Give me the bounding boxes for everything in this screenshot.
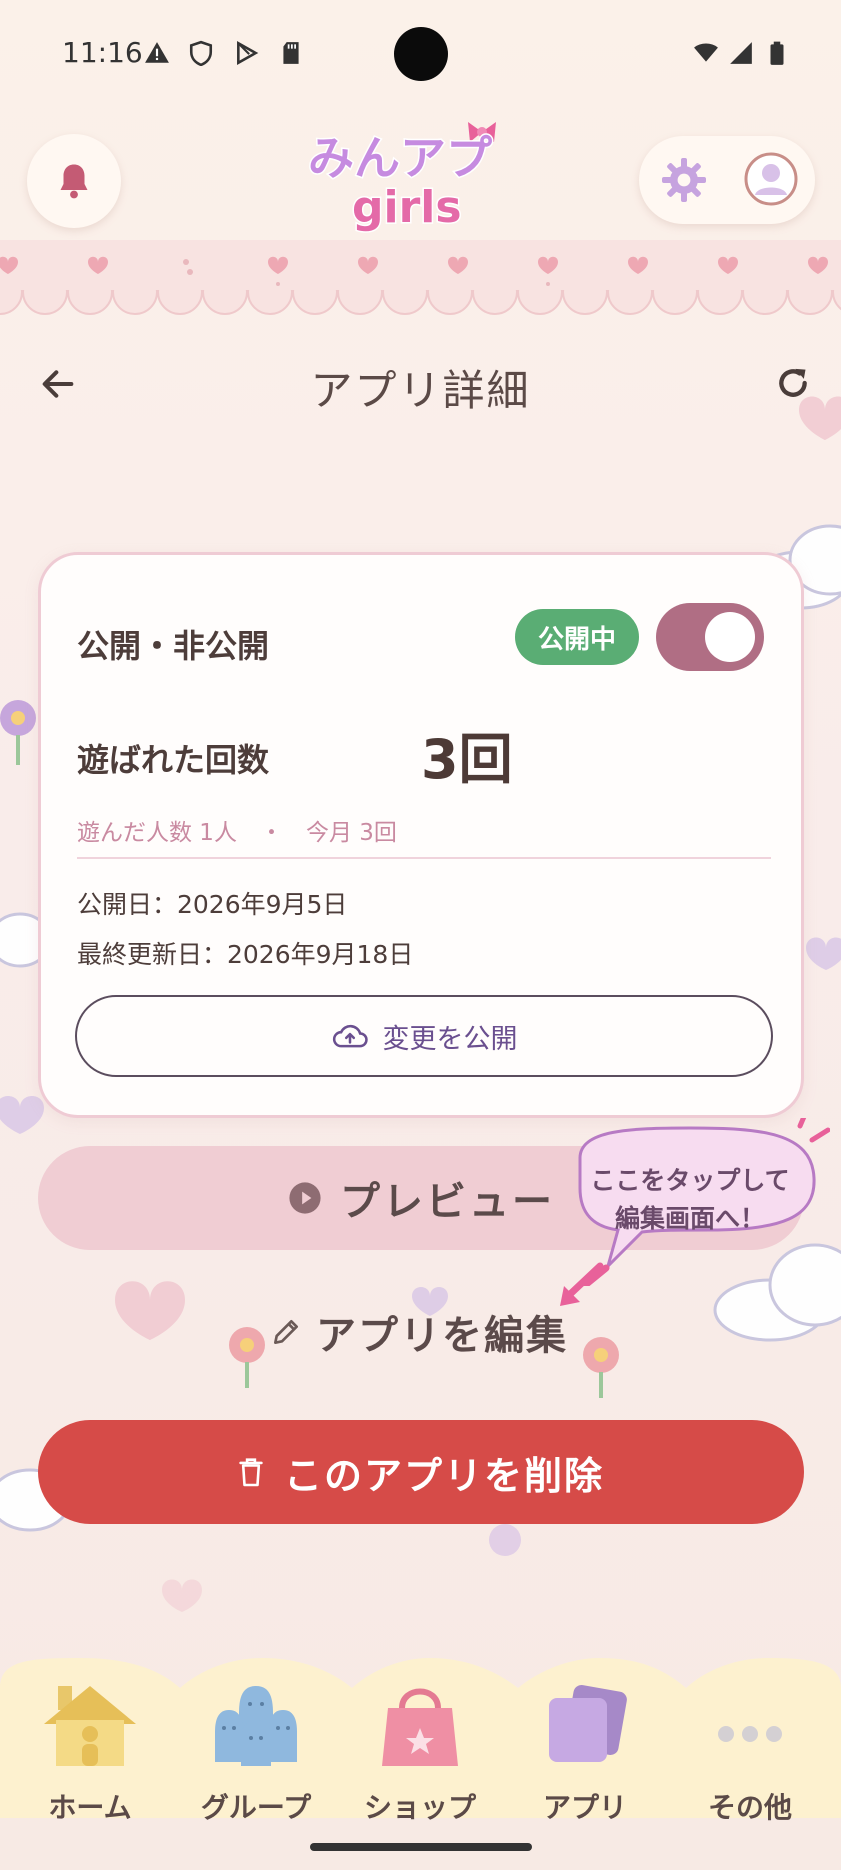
trash-icon [239,1458,263,1487]
visibility-label: 公開・非公開 [77,627,270,665]
nav-more[interactable]: その他 [670,1680,830,1824]
app-status-card: 公開・非公開 公開中 遊ばれた回数 3回 遊んだ人数 1人 ・ 今月 3回 公開… [38,552,804,1118]
delete-app-button[interactable]: このアプリを削除 [38,1420,804,1524]
bell-icon [60,164,88,199]
battery-icon [770,41,784,65]
logo-text-top: みんアプ [308,131,492,185]
tooltip-text: ここをタップして 編集画面へ！ [562,1162,818,1238]
preview-label: プレビュー [340,1179,555,1225]
status-time: 11:16 [62,36,143,69]
logo-text-bottom: girls [352,182,462,233]
publish-changes-label: 変更を公開 [382,1023,518,1055]
shield-icon [189,40,213,66]
play-circle-icon [289,1182,321,1214]
refresh-button[interactable] [768,358,818,408]
edit-app-label: アプリを編集 [316,1313,568,1359]
toggle-knob [705,612,755,662]
visibility-toggle[interactable] [656,603,764,671]
nav-label-shop: ショップ [363,1791,476,1824]
nav-shop[interactable]: ショップ [340,1680,500,1824]
status-badge: 公開中 [515,609,639,665]
lace-decoration [0,240,841,315]
home-indicator[interactable] [310,1843,532,1851]
nav-home[interactable]: ホーム [10,1680,170,1824]
camera-cutout [394,27,448,81]
play-store-icon [237,41,259,65]
nav-label-group: グループ [200,1791,312,1824]
wifi-icon [694,43,718,62]
nav-label-home: ホーム [48,1791,132,1824]
nav-label-more: その他 [707,1791,792,1824]
nav-label-apps: アプリ [542,1791,627,1824]
delete-app-label: このアプリを削除 [283,1453,604,1498]
play-count-value: 3回 [421,728,513,791]
play-count-label: 遊ばれた回数 [77,741,270,779]
last-updated-date: 最終更新日：2026年9月18日 [77,940,414,969]
warning-icon [145,42,169,63]
app-logo: みんアプ girls [307,122,496,235]
page-title: アプリ詳細 [310,366,531,415]
player-stats: 遊んだ人数 1人 ・ 今月 3回 [77,820,397,846]
pencil-icon [274,1320,298,1344]
settings-button[interactable] [656,152,712,208]
group-icon [215,1686,297,1766]
gear-icon [662,158,706,202]
avatar-icon [744,152,798,206]
tooltip-line-2: 編集画面へ！ [614,1204,765,1233]
sd-card-icon [283,42,299,64]
publish-date: 公開日：2026年9月5日 [77,890,348,919]
refresh-icon [779,368,807,397]
more-dots-icon [718,1726,782,1742]
shopping-bag-icon [382,1688,458,1766]
edit-app-button[interactable]: アプリを編集 [270,1302,568,1362]
publish-changes-button[interactable]: 変更を公開 [75,995,773,1077]
cloud-upload-icon [332,1024,368,1048]
profile-button[interactable] [742,150,800,208]
tooltip-line-1: ここをタップして [590,1166,790,1195]
nav-apps[interactable]: アプリ [505,1680,665,1824]
app-cards-icon [549,1685,627,1762]
nav-group[interactable]: グループ [176,1680,336,1824]
divider [77,857,771,859]
notification-button[interactable] [27,134,121,228]
signal-icon [730,42,752,64]
house-icon [44,1686,136,1766]
